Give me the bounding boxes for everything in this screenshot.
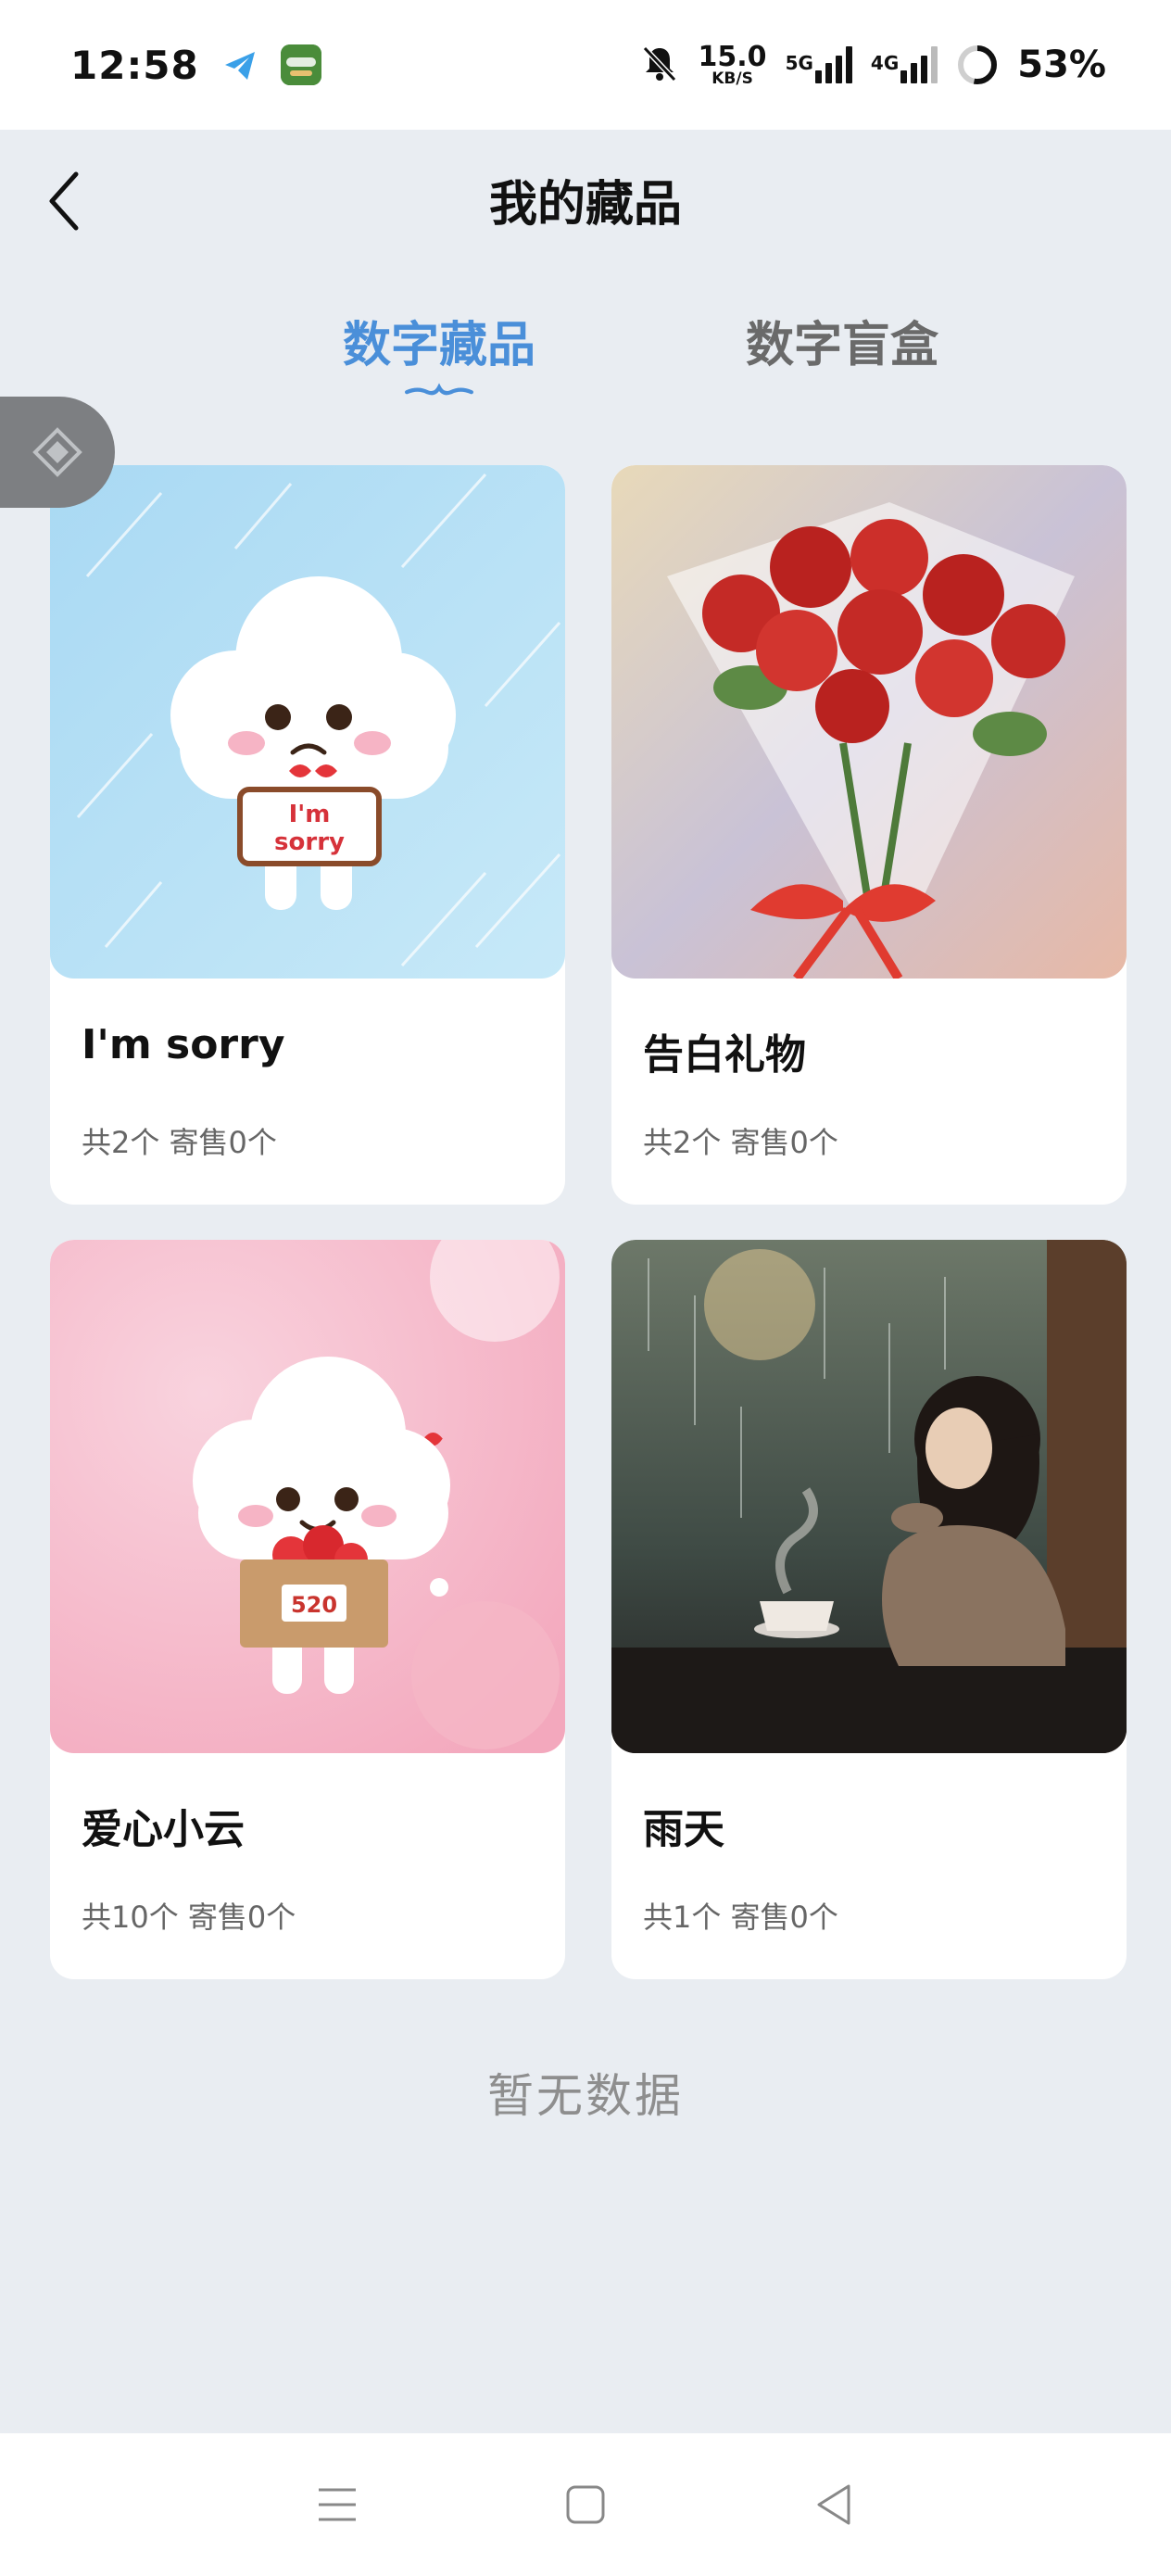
page-header: 我的藏品: [0, 130, 1171, 269]
speed-value: 15.0: [698, 40, 767, 73]
network-5g-label: 5G: [785, 52, 813, 74]
signal-4g: 4G: [871, 46, 938, 83]
collection-card[interactable]: I'm sorry I'm sorry 共2个 寄售0个: [50, 465, 565, 1205]
collection-count: 共1个 寄售0个: [643, 1900, 838, 1935]
collection-image: [611, 1240, 1127, 1753]
nav-back-button[interactable]: [797, 2468, 871, 2542]
active-tab-indicator: [405, 383, 473, 396]
mute-icon: [639, 43, 680, 87]
tab-digital-blind-box[interactable]: 数字盲盒: [746, 306, 938, 398]
collection-count: 共10个 寄售0个: [82, 1900, 296, 1935]
back-triangle-icon: [817, 2484, 850, 2525]
collection-image: [611, 465, 1127, 979]
signal-5g: 5G: [786, 46, 852, 83]
system-navigation-bar: [0, 2433, 1171, 2576]
collection-count: 共2个 寄售0个: [82, 1125, 277, 1160]
collection-name: I'm sorry: [82, 1021, 285, 1068]
collection-name: 爱心小云: [82, 1806, 245, 1853]
menu-icon: [319, 2488, 356, 2521]
signal-bars-icon: [814, 46, 852, 83]
collection-name: 雨天: [643, 1806, 724, 1853]
telegram-app-icon: [219, 44, 260, 85]
status-time: 12:58: [70, 42, 199, 88]
tab-digital-collections[interactable]: 数字藏品: [343, 306, 535, 398]
my-collection-page: 12:58 15.0 KB/S 5G 4G 53% 我的藏品 数字藏品 数字盲盒…: [0, 0, 1171, 2576]
collection-card[interactable]: 520 爱心小云 共10个 寄售0个: [50, 1240, 565, 1979]
nav-home-button[interactable]: [548, 2468, 623, 2542]
empty-state-text: 暂无数据: [487, 2069, 684, 2123]
speed-unit: KB/S: [711, 69, 753, 88]
chevron-left-icon: [49, 171, 79, 231]
nav-menu-button[interactable]: [300, 2468, 374, 2542]
tab-bar: 数字藏品 数字盲盒: [0, 306, 1171, 417]
sign-text: I'm: [289, 801, 331, 828]
battery-icon: [958, 45, 998, 84]
home-square-icon: [566, 2485, 605, 2524]
network-speed: 15.0 KB/S: [698, 40, 767, 88]
status-left: 12:58: [70, 43, 321, 88]
diamond-icon: [32, 427, 82, 477]
tab-label: 数字藏品: [343, 318, 536, 373]
floating-tool-button[interactable]: [0, 397, 115, 508]
status-right: 15.0 KB/S 5G 4G 53%: [639, 43, 1106, 87]
collection-count: 共2个 寄售0个: [643, 1125, 838, 1160]
collection-image: 520: [50, 1240, 565, 1753]
collection-card[interactable]: 告白礼物 共2个 寄售0个: [611, 465, 1127, 1205]
signal-bars-icon: [900, 46, 938, 83]
oppo-app-icon: [280, 44, 321, 85]
box-text: 520: [291, 1592, 337, 1618]
tab-label: 数字盲盒: [746, 318, 939, 373]
collection-name: 告白礼物: [643, 1031, 806, 1079]
collection-card[interactable]: 雨天 共1个 寄售0个: [611, 1240, 1127, 1979]
page-title: 我的藏品: [488, 176, 682, 233]
collection-image: I'm sorry: [50, 465, 565, 979]
battery-percent: 53%: [1017, 44, 1106, 86]
status-bar: 12:58 15.0 KB/S 5G 4G 53%: [0, 0, 1171, 130]
back-button[interactable]: [37, 169, 93, 234]
sign-text: sorry: [274, 828, 345, 856]
network-4g-label: 4G: [870, 52, 900, 74]
